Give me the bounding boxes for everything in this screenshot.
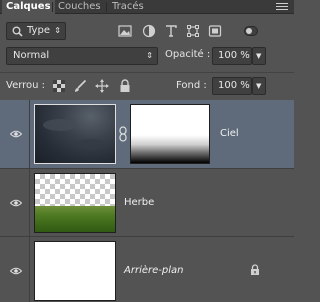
visibility-eye-icon[interactable] [10,199,22,207]
divider [0,72,294,73]
tab-traces[interactable]: Tracés [108,0,148,14]
filter-toggle[interactable] [236,24,270,38]
layers-panel: Calques Couches Tracés Type ⇕ Normal ⇕ O… [0,0,294,302]
panel-menu-icon[interactable] [276,1,288,11]
layer-name-herbe[interactable]: Herbe [124,197,154,208]
filter-type-select[interactable]: Type ⇕ [6,22,66,40]
chevron-updown-icon: ⇕ [146,51,153,60]
layer-thumbnail-grass[interactable] [34,173,116,233]
opacity-value: 100 % [218,50,250,61]
lock-position-move-icon[interactable] [95,79,109,93]
tab-separator [106,2,107,12]
fill-input[interactable]: 100 % [212,77,252,95]
lock-all-padlock-icon[interactable] [118,79,132,93]
chevron-down-icon: ▼ [256,82,262,90]
lock-label: Verrou : [6,80,46,91]
chevron-updown-icon: ⇕ [54,26,61,35]
opacity-dropdown-button[interactable]: ▼ [252,47,266,65]
layer-row-arriere-plan[interactable]: Arrière-plan [0,237,294,302]
layer-lock-icon [251,264,259,275]
filter-type-label: Type [27,25,50,36]
layer-name-ciel[interactable]: Ciel [220,128,239,139]
tab-couches[interactable]: Couches [54,0,105,14]
blend-mode-value: Normal [13,50,50,61]
mask-link-chain-icon[interactable] [118,126,128,142]
layer-row-herbe[interactable]: Herbe [0,169,294,237]
layer-row-ciel[interactable]: Ciel [0,100,294,169]
shape-layer-filter-icon[interactable] [186,24,200,38]
layer-thumbnail-sky[interactable] [34,104,116,164]
tab-calques[interactable]: Calques [2,0,55,15]
adjustment-layer-filter-icon[interactable] [142,24,156,38]
blend-mode-select[interactable]: Normal ⇕ [6,47,158,65]
lock-pixels-brush-icon[interactable] [73,79,87,93]
layers-list: Ciel Herbe Arrière-plan [0,100,294,302]
fill-dropdown-button[interactable]: ▼ [252,77,266,95]
pixel-layer-filter-icon[interactable] [118,24,132,38]
fill-value: 100 % [218,80,250,91]
search-icon [12,26,23,37]
tab-separator [52,2,53,12]
visibility-eye-icon[interactable] [10,267,22,275]
toggle-knob [246,28,252,34]
layer-mask-thumbnail[interactable] [130,104,210,164]
layer-thumbnail-background[interactable] [34,241,116,301]
lock-transparency-icon[interactable] [52,79,66,93]
visibility-eye-icon[interactable] [10,130,22,138]
layer-name-arriere-plan[interactable]: Arrière-plan [124,265,183,276]
panel-tab-bar: Calques Couches Tracés [0,0,294,15]
opacity-input[interactable]: 100 % [212,47,252,65]
type-layer-filter-icon[interactable] [164,24,178,38]
smart-object-filter-icon[interactable] [208,24,222,38]
chevron-down-icon: ▼ [256,52,262,60]
opacity-label: Opacité : [165,49,211,60]
fill-label: Fond : [176,80,207,91]
